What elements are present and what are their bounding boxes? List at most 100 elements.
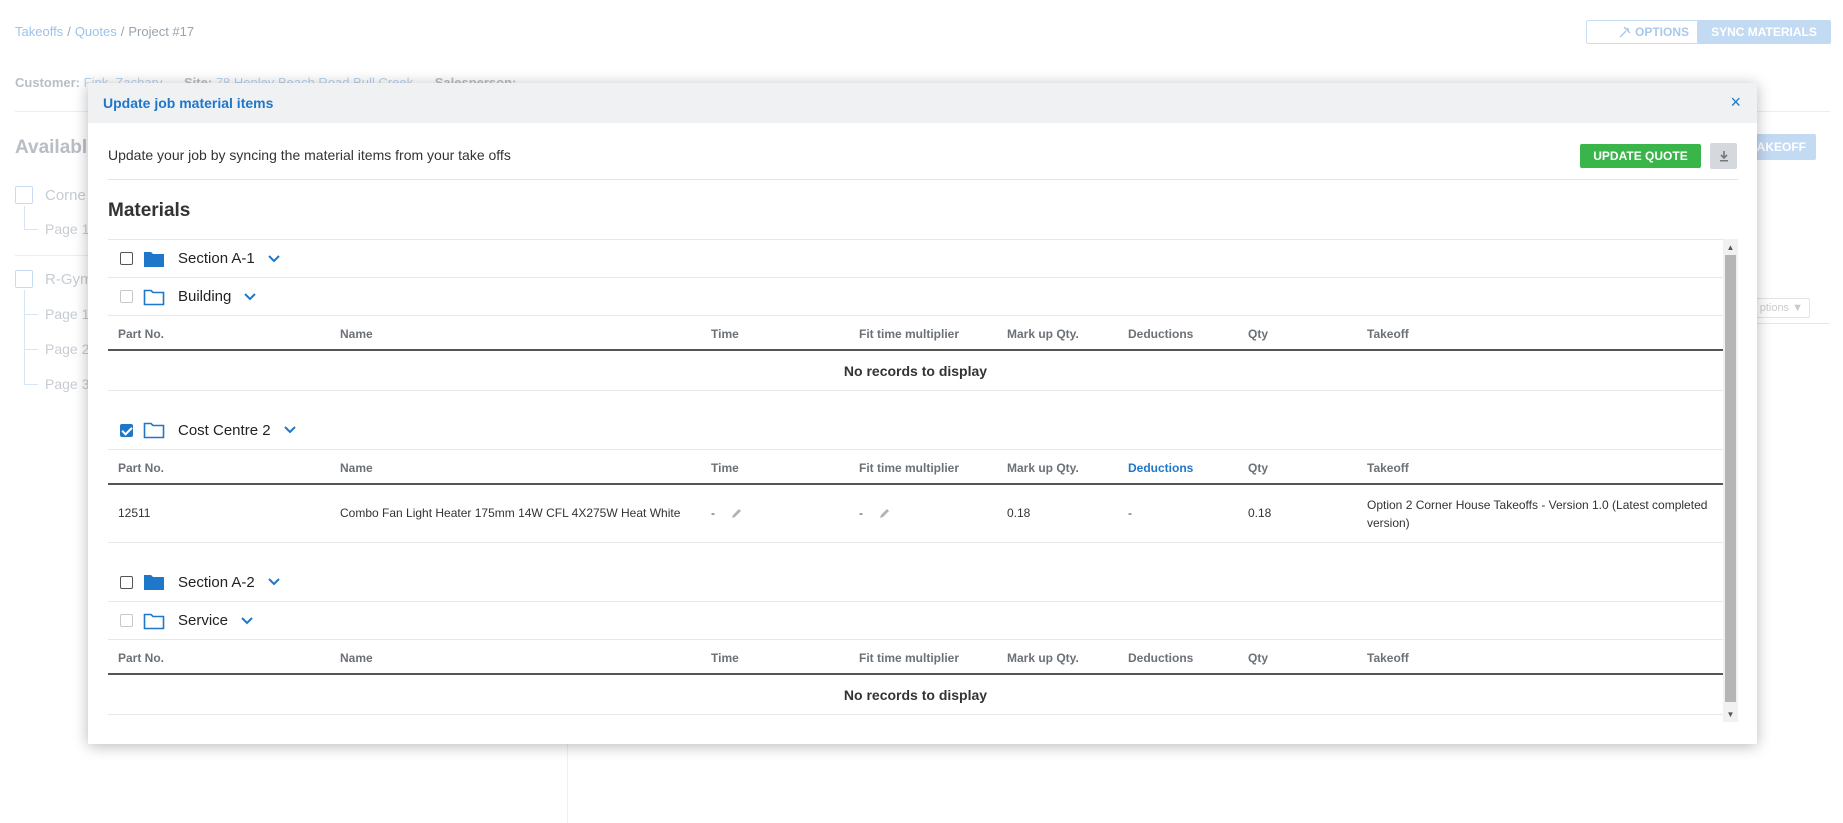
column-header[interactable]: Part No. bbox=[118, 461, 164, 475]
download-icon bbox=[1719, 151, 1728, 162]
pencil-icon[interactable] bbox=[878, 508, 890, 520]
column-header[interactable]: Mark up Qty. bbox=[1007, 461, 1079, 475]
download-button[interactable] bbox=[1710, 143, 1737, 169]
column-header[interactable]: Fit time multiplier bbox=[859, 327, 959, 341]
group-row-building: Building bbox=[108, 277, 1723, 315]
markup-qty-cell: 0.18 bbox=[1007, 506, 1031, 520]
update-quote-button[interactable]: UPDATE QUOTE bbox=[1580, 144, 1701, 168]
group-row-service: Service bbox=[108, 601, 1723, 639]
fit-time-cell: - bbox=[859, 506, 890, 520]
no-records-message: No records to display bbox=[108, 351, 1723, 391]
column-header[interactable]: Name bbox=[340, 327, 373, 341]
folder-filled-icon bbox=[144, 251, 164, 267]
time-cell: - bbox=[711, 506, 742, 520]
chevron-down-icon[interactable] bbox=[283, 423, 297, 437]
column-header[interactable]: Time bbox=[711, 651, 739, 665]
scrollbar-thumb[interactable] bbox=[1725, 255, 1736, 702]
qty-cell: 0.18 bbox=[1248, 506, 1272, 520]
column-header[interactable]: Fit time multiplier bbox=[859, 461, 959, 475]
tree-connector bbox=[24, 229, 38, 230]
tree-connector bbox=[24, 314, 38, 315]
section-a1-checkbox[interactable] bbox=[120, 252, 133, 265]
chevron-down-icon[interactable] bbox=[243, 290, 257, 304]
breadcrumb-separator: / bbox=[67, 24, 71, 39]
takeoff-cell: Option 2 Corner House Takeoffs - Version… bbox=[1367, 498, 1708, 530]
breadcrumb-current: Project #17 bbox=[128, 24, 195, 39]
column-header[interactable]: Deductions bbox=[1128, 651, 1193, 665]
group-label: Section A-1 bbox=[178, 250, 255, 267]
breadcrumb-separator: / bbox=[120, 24, 125, 39]
folder-filled-icon bbox=[144, 575, 164, 590]
column-header[interactable]: Qty bbox=[1248, 651, 1268, 665]
column-header[interactable]: Time bbox=[711, 327, 739, 341]
chevron-down-icon[interactable] bbox=[240, 614, 254, 628]
tree-page-item[interactable]: Page 1 bbox=[45, 306, 89, 322]
folder-outline-icon bbox=[143, 422, 165, 439]
table-header: Part No. Name Time Fit time multiplier M… bbox=[108, 315, 1723, 351]
folder-outline-icon bbox=[143, 289, 165, 305]
materials-list[interactable]: Section A-1 Building Part No. Name Time … bbox=[108, 239, 1738, 722]
column-header[interactable]: Takeoff bbox=[1367, 327, 1409, 341]
column-header[interactable]: Time bbox=[711, 461, 739, 475]
available-title: Available bbox=[15, 137, 98, 158]
chevron-down-icon[interactable] bbox=[267, 252, 281, 266]
group-row-cost-centre-2: Cost Centre 2 bbox=[108, 411, 1723, 449]
tools-icon bbox=[1619, 26, 1631, 38]
table-header: Part No. Name Time Fit time multiplier M… bbox=[108, 639, 1723, 675]
divider bbox=[108, 179, 1738, 180]
column-header[interactable]: Deductions bbox=[1128, 327, 1193, 341]
close-icon[interactable]: × bbox=[1730, 93, 1741, 111]
pdf-icon bbox=[15, 270, 33, 288]
tree-page-item[interactable]: Page 1 bbox=[45, 221, 89, 237]
options-dropdown[interactable]: ptions ▼ bbox=[1754, 298, 1810, 318]
column-header[interactable]: Part No. bbox=[118, 327, 164, 341]
group-row-section-a1: Section A-1 bbox=[108, 239, 1723, 277]
tree-connector bbox=[24, 206, 25, 229]
column-header[interactable]: Takeoff bbox=[1367, 461, 1409, 475]
intro-text: Update your job by syncing the material … bbox=[108, 147, 511, 163]
pencil-icon[interactable] bbox=[730, 508, 742, 520]
breadcrumb-quotes[interactable]: Quotes bbox=[75, 24, 117, 39]
tree-page-item[interactable]: Page 2 bbox=[45, 341, 89, 357]
table-row[interactable]: 12511 Combo Fan Light Heater 175mm 14W C… bbox=[108, 485, 1723, 543]
column-header[interactable]: Fit time multiplier bbox=[859, 651, 959, 665]
breadcrumb: Takeoffs / Quotes / Project #17 bbox=[15, 24, 194, 39]
sync-materials-button[interactable]: SYNC MATERIALS bbox=[1697, 20, 1831, 44]
scroll-down-arrow-icon[interactable]: ▼ bbox=[1723, 707, 1738, 721]
tree-connector bbox=[24, 290, 25, 385]
column-header[interactable]: Part No. bbox=[118, 651, 164, 665]
group-label: Section A-2 bbox=[178, 573, 255, 591]
breadcrumb-takeoffs[interactable]: Takeoffs bbox=[15, 24, 63, 39]
tree-page-item[interactable]: Page 3 bbox=[45, 376, 89, 392]
fit-time-value: - bbox=[859, 506, 863, 520]
column-header[interactable]: Mark up Qty. bbox=[1007, 327, 1079, 341]
modal-title: Update job material items bbox=[103, 95, 274, 111]
tree-item-corner[interactable]: Corne bbox=[45, 187, 86, 204]
column-header[interactable]: Qty bbox=[1248, 327, 1268, 341]
modal-body: Update your job by syncing the material … bbox=[108, 123, 1738, 744]
folder-outline-icon bbox=[143, 613, 165, 629]
column-header[interactable]: Qty bbox=[1248, 461, 1268, 475]
column-header[interactable]: Name bbox=[340, 651, 373, 665]
column-header[interactable]: Deductions bbox=[1128, 461, 1193, 475]
table-header: Part No. Name Time Fit time multiplier M… bbox=[108, 449, 1723, 485]
image-icon bbox=[15, 186, 33, 204]
no-records-message: No records to display bbox=[108, 675, 1723, 715]
service-checkbox[interactable] bbox=[120, 614, 133, 627]
group-label: Building bbox=[178, 288, 232, 305]
cost-centre-2-checkbox[interactable] bbox=[120, 423, 133, 437]
column-header[interactable]: Name bbox=[340, 461, 373, 475]
tree-item-r-gym[interactable]: R-Gym bbox=[45, 271, 93, 288]
column-header[interactable]: Takeoff bbox=[1367, 651, 1409, 665]
section-a2-checkbox[interactable] bbox=[120, 575, 133, 589]
deductions-cell: - bbox=[1128, 506, 1132, 520]
modal-header: Update job material items × bbox=[88, 83, 1757, 123]
vertical-scrollbar[interactable]: ▲ ▼ bbox=[1723, 239, 1738, 722]
column-header[interactable]: Mark up Qty. bbox=[1007, 651, 1079, 665]
scroll-up-arrow-icon[interactable]: ▲ bbox=[1723, 240, 1738, 254]
group-label: Cost Centre 2 bbox=[178, 421, 271, 439]
group-label: Service bbox=[178, 612, 229, 629]
tree-connector bbox=[24, 349, 38, 350]
building-checkbox[interactable] bbox=[120, 290, 133, 303]
chevron-down-icon[interactable] bbox=[267, 575, 281, 589]
